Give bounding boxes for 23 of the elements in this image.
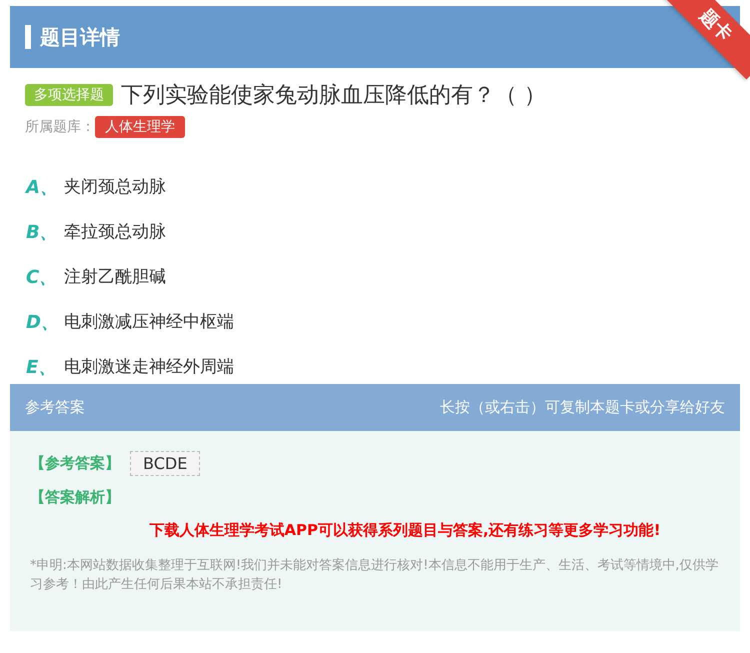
option-text: 电刺激减压神经中枢端 — [64, 311, 234, 333]
option-letter: C、 — [26, 266, 58, 288]
question-text: 下列实验能使家兔动脉血压降低的有？（ ） — [121, 82, 546, 110]
answer-value: BCDE — [130, 451, 200, 476]
option-letter: B、 — [26, 220, 59, 244]
option-letter: E、 — [26, 356, 58, 378]
option-letter: D、 — [26, 310, 60, 334]
option-text: 注射乙酰胆碱 — [64, 266, 166, 288]
question-type-badge: 多项选择题 — [25, 84, 113, 106]
page-title: 题目详情 — [40, 24, 120, 50]
option-letter: A、 — [26, 176, 59, 198]
bank-label: 所属题库： — [25, 118, 95, 136]
bank-tag[interactable]: 人体生理学 — [95, 116, 185, 138]
share-hint: 长按（或右击）可复制本题卡或分享给好友 — [440, 398, 725, 417]
disclaimer-text: *申明:本网站数据收集整理于互联网!我们并未能对答案信息进行核对!本信息不能用于生产、生活、考试等情境中,仅供学习参考！由此产生任何后果本站不承担责任! — [30, 557, 720, 594]
option-text: 夹闭颈总动脉 — [64, 176, 166, 198]
option-text: 电刺激迷走神经外周端 — [64, 356, 234, 378]
answer-label: 【参考答案】 — [30, 454, 120, 473]
promo-text: 下载人体生理学考试APP可以获得系列题目与答案,还有练习等更多学习功能! — [148, 521, 662, 540]
answer-section-title: 参考答案 — [25, 398, 85, 417]
option-text: 牵拉颈总动脉 — [64, 221, 166, 243]
analysis-label: 【答案解析】 — [30, 488, 121, 507]
title-marker — [25, 25, 31, 49]
